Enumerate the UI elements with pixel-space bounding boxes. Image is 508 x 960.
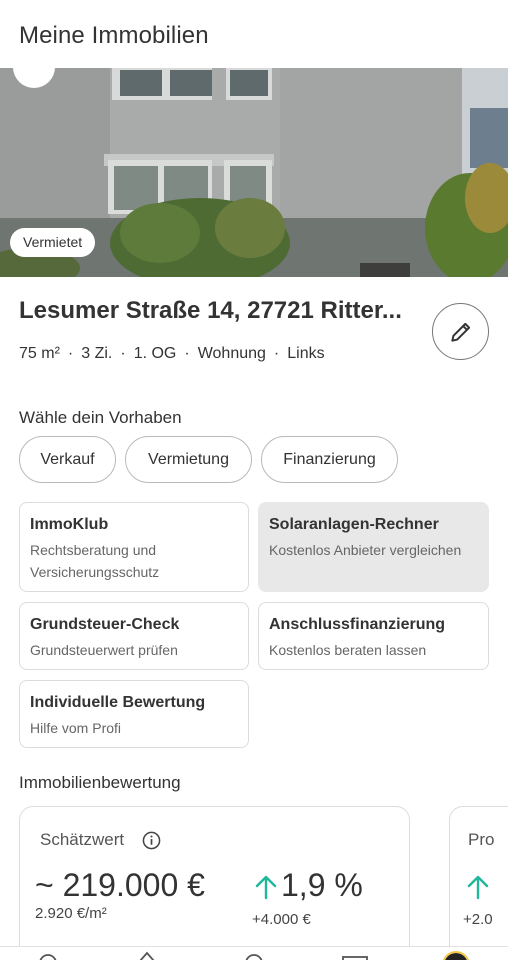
estimate-value: ~ 219.000 €	[35, 867, 205, 903]
property-photo[interactable]: Vermietet	[0, 68, 508, 277]
arrow-up-icon	[255, 875, 277, 900]
card-subtitle: Kostenlos beraten lassen	[269, 642, 427, 658]
fact-area: 75 m²	[19, 345, 60, 362]
card-grundsteuer[interactable]: Grundsteuer-Check Grundsteuerwert prüfen	[19, 602, 249, 670]
arrow-up-icon	[467, 875, 489, 900]
card-subtitle: Hilfe vom Profi	[30, 720, 122, 736]
info-icon[interactable]	[142, 831, 161, 850]
fact-position: Links	[287, 345, 325, 362]
app-header: Meine Immobilien	[0, 0, 508, 68]
page-title: Meine Immobilien	[19, 22, 209, 49]
card-title: Grundsteuer-Check	[30, 616, 180, 633]
chip-verkauf[interactable]: Verkauf	[19, 436, 116, 483]
valuation-heading: Immobilienbewertung	[19, 773, 181, 792]
bottom-nav-icons	[39, 951, 470, 960]
fact-type: Wohnung	[197, 345, 266, 362]
card-subtitle: Grundsteuerwert prüfen	[30, 642, 178, 658]
edit-property-button[interactable]	[432, 303, 489, 360]
bottom-navigation	[0, 946, 508, 960]
estimate-change-abs: +4.000 €	[252, 911, 311, 928]
fact-floor: 1. OG	[133, 345, 177, 362]
card-immoklub[interactable]: ImmoKlub Rechtsberatung und Versicherung…	[19, 502, 249, 592]
property-address: Lesumer Straße 14, 27721 Ritter...	[19, 297, 402, 324]
fact-separator: ·	[67, 345, 74, 362]
card-anschlussfinanzierung[interactable]: Anschlussfinanzierung Kostenlos beraten …	[258, 602, 489, 670]
next-card-change-abs: +2.0	[463, 911, 493, 928]
card-title: Solaranlagen-Rechner	[269, 516, 439, 533]
pencil-icon	[450, 322, 470, 342]
card-title: Individuelle Bewertung	[30, 694, 206, 711]
card-subtitle: Rechtsberatung und Versicherungsschutz	[30, 542, 160, 580]
status-badge: Vermietet	[10, 228, 96, 257]
estimate-change-percent: 1,9 %	[281, 867, 363, 903]
property-facts: 75 m² · 3 Zi. · 1. OG · Wohnung · Links	[19, 345, 325, 363]
card-subtitle: Kostenlos Anbieter vergleichen	[269, 542, 462, 558]
valuation-card-next[interactable]: Pro +2.0	[449, 806, 508, 960]
fact-separator: ·	[184, 345, 190, 362]
card-solar[interactable]: Solaranlagen-Rechner Kostenlos Anbieter …	[258, 502, 489, 592]
valuation-card-estimate[interactable]: Schätzwert ~ 219.000 € 2.920 €/m² 1,9 % …	[19, 806, 410, 960]
chip-finanzierung[interactable]: Finanzierung	[261, 436, 398, 483]
plans-heading: Wähle dein Vorhaben	[19, 408, 182, 427]
chip-vermietung[interactable]: Vermietung	[125, 436, 252, 483]
next-card-label: Pro	[468, 830, 495, 849]
fact-separator: ·	[120, 345, 126, 362]
estimate-per-sqm: 2.920 €/m²	[35, 905, 107, 922]
fact-separator: ·	[273, 345, 280, 362]
card-title: Anschlussfinanzierung	[269, 616, 446, 633]
card-title: ImmoKlub	[30, 516, 109, 533]
estimate-label: Schätzwert	[40, 830, 125, 849]
fact-rooms: 3 Zi.	[81, 345, 113, 362]
card-bewertung[interactable]: Individuelle Bewertung Hilfe vom Profi	[19, 680, 249, 748]
